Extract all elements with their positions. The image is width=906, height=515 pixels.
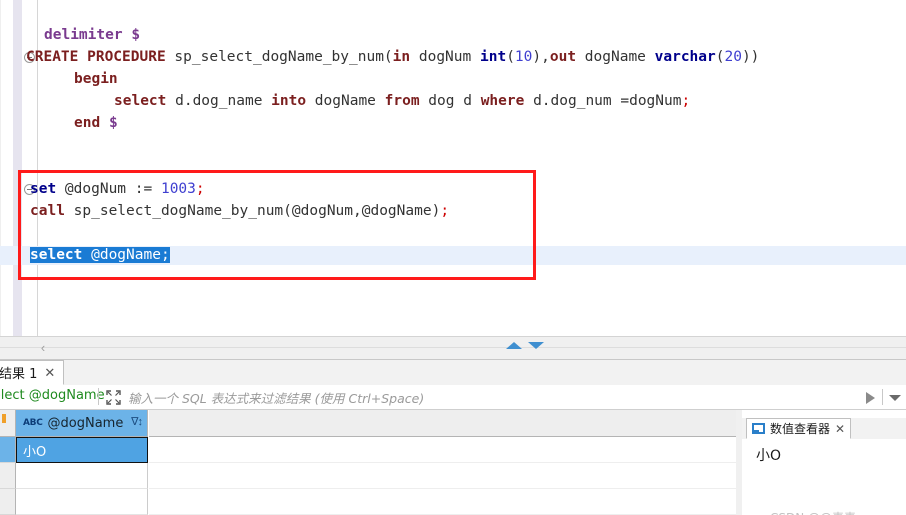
code-token: d.dog_num =dogNum xyxy=(524,93,682,109)
code-token: d.dog_name xyxy=(166,93,272,109)
splitter-line xyxy=(0,347,906,348)
code-token: where xyxy=(480,93,525,109)
code-token: dog d xyxy=(419,93,481,109)
text-type-icon: ABC xyxy=(23,418,43,428)
code-token: @dogName; xyxy=(82,247,170,263)
code-line[interactable]: select @dogName; xyxy=(30,246,170,265)
value-viewer-tab-bar: 数值查看器 ✕ xyxy=(742,418,906,440)
code-line[interactable]: select d.dog_name into dogName from dog … xyxy=(114,92,690,111)
tab-value-viewer-label: 数值查看器 xyxy=(770,422,831,436)
filter-sort-icon[interactable]: ∇↕ xyxy=(131,415,143,428)
grid-cell-dogname[interactable]: 小O xyxy=(16,437,148,463)
grid-row-filler xyxy=(149,437,736,463)
grid-cell-dogname[interactable] xyxy=(16,489,148,515)
row-header[interactable] xyxy=(0,437,16,463)
grid-cell-dogname[interactable] xyxy=(16,463,148,489)
code-token: call xyxy=(30,203,65,219)
code-token: into xyxy=(271,93,307,109)
executed-query-label: select @dogName xyxy=(0,388,105,403)
code-line[interactable]: set @dogNum := 1003; xyxy=(30,180,205,199)
code-line[interactable]: begin xyxy=(74,70,118,89)
editor-gutter-strip xyxy=(13,0,22,336)
editor-left-border xyxy=(0,0,1,336)
code-token: in xyxy=(392,49,411,65)
code-token: out xyxy=(549,49,577,65)
editor-results-splitter[interactable]: ‹ xyxy=(0,336,906,360)
row-header[interactable] xyxy=(0,489,16,515)
row-header[interactable] xyxy=(0,463,16,489)
code-token: varchar xyxy=(654,49,716,65)
grid-corner-marker xyxy=(2,414,6,423)
triangle-down-icon[interactable] xyxy=(528,342,544,349)
code-token: delimiter xyxy=(44,27,123,43)
filter-input-placeholder[interactable]: 输入一个 SQL 表达式来过滤结果 (使用 Ctrl+Space) xyxy=(128,388,424,407)
code-token: dogName xyxy=(306,93,385,109)
tab-result-1-label: 结果 1 xyxy=(0,367,38,382)
grid-corner-header[interactable] xyxy=(0,410,16,437)
code-token: )) xyxy=(741,49,760,65)
code-token: CREATE PROCEDURE xyxy=(26,49,166,65)
code-token: ), xyxy=(532,49,550,65)
sql-client-window: delimiter $ CREATE PROCEDURE sp_select_do… xyxy=(0,0,906,515)
grid-column-label: @dogName xyxy=(47,415,124,431)
chevron-down-icon[interactable] xyxy=(889,395,901,401)
code-token: $ xyxy=(131,27,141,43)
results-grid[interactable]: ABC @dogName ∇↕ 小O xyxy=(0,410,736,515)
code-token: begin xyxy=(74,71,118,87)
grid-row-filler xyxy=(149,489,736,515)
code-line[interactable]: CREATE PROCEDURE sp_select_dogName_by_nu… xyxy=(26,48,759,67)
code-line[interactable]: call sp_select_dogName_by_num(@dogNum,@d… xyxy=(30,202,449,221)
value-viewer-content: 小O xyxy=(756,448,782,464)
code-token: $ xyxy=(108,115,118,131)
grid-header-filler xyxy=(149,410,736,437)
table-row[interactable]: 小O xyxy=(0,437,736,463)
value-viewer-body[interactable]: 小O CSDN @@素素~ xyxy=(742,439,906,515)
play-icon[interactable] xyxy=(866,392,875,404)
code-token: 1003 xyxy=(160,181,196,197)
code-token: dogNum xyxy=(410,49,480,65)
code-token: int xyxy=(479,49,507,65)
grid-column-header-dogname[interactable]: ABC @dogName ∇↕ xyxy=(16,410,148,437)
tab-value-viewer[interactable]: 数值查看器 ✕ xyxy=(746,418,852,439)
results-filter-bar[interactable]: select @dogName 输入一个 SQL 表达式来过滤结果 (使用 Ct… xyxy=(0,385,906,410)
close-icon[interactable]: ✕ xyxy=(44,366,55,379)
grid-row-filler xyxy=(149,463,736,489)
results-tab-bar: 结果 1 ✕ xyxy=(0,360,906,386)
close-icon[interactable]: ✕ xyxy=(835,423,845,435)
code-token: 20 xyxy=(724,49,742,65)
code-token: ( xyxy=(506,49,515,65)
code-token: 10 xyxy=(514,49,533,65)
code-token: @dogNum := xyxy=(56,181,161,197)
code-line[interactable]: end $ xyxy=(74,114,118,133)
code-token: ; xyxy=(440,203,450,219)
code-token: ; xyxy=(681,93,691,109)
expand-icon[interactable] xyxy=(106,390,121,405)
table-row[interactable] xyxy=(0,489,736,515)
code-token: select xyxy=(30,247,83,263)
filter-divider xyxy=(98,388,99,405)
tab-result-1[interactable]: 结果 1 ✕ xyxy=(0,360,65,385)
code-token: dogName xyxy=(576,49,655,65)
sql-editor[interactable]: delimiter $ CREATE PROCEDURE sp_select_do… xyxy=(0,0,906,336)
watermark-label: CSDN @@素素~ xyxy=(770,509,866,515)
table-row[interactable] xyxy=(0,463,736,489)
collapse-chevron-icon[interactable]: ‹ xyxy=(34,339,52,357)
code-token: set xyxy=(30,181,57,197)
code-token: end xyxy=(74,115,101,131)
filter-toolbar-divider xyxy=(882,389,883,405)
code-line[interactable]: delimiter $ xyxy=(44,26,140,45)
code-token: select xyxy=(114,93,167,109)
code-token: ; xyxy=(195,181,205,197)
value-viewer-icon xyxy=(752,423,765,434)
triangle-up-icon[interactable] xyxy=(506,342,522,349)
value-viewer-panel: 数值查看器 ✕ 小O CSDN @@素素~ xyxy=(742,410,906,515)
code-token: from xyxy=(384,93,420,109)
code-token: sp_select_dogName_by_num( xyxy=(165,49,393,65)
code-token: sp_select_dogName_by_num(@dogNum,@dogNam… xyxy=(64,203,441,219)
